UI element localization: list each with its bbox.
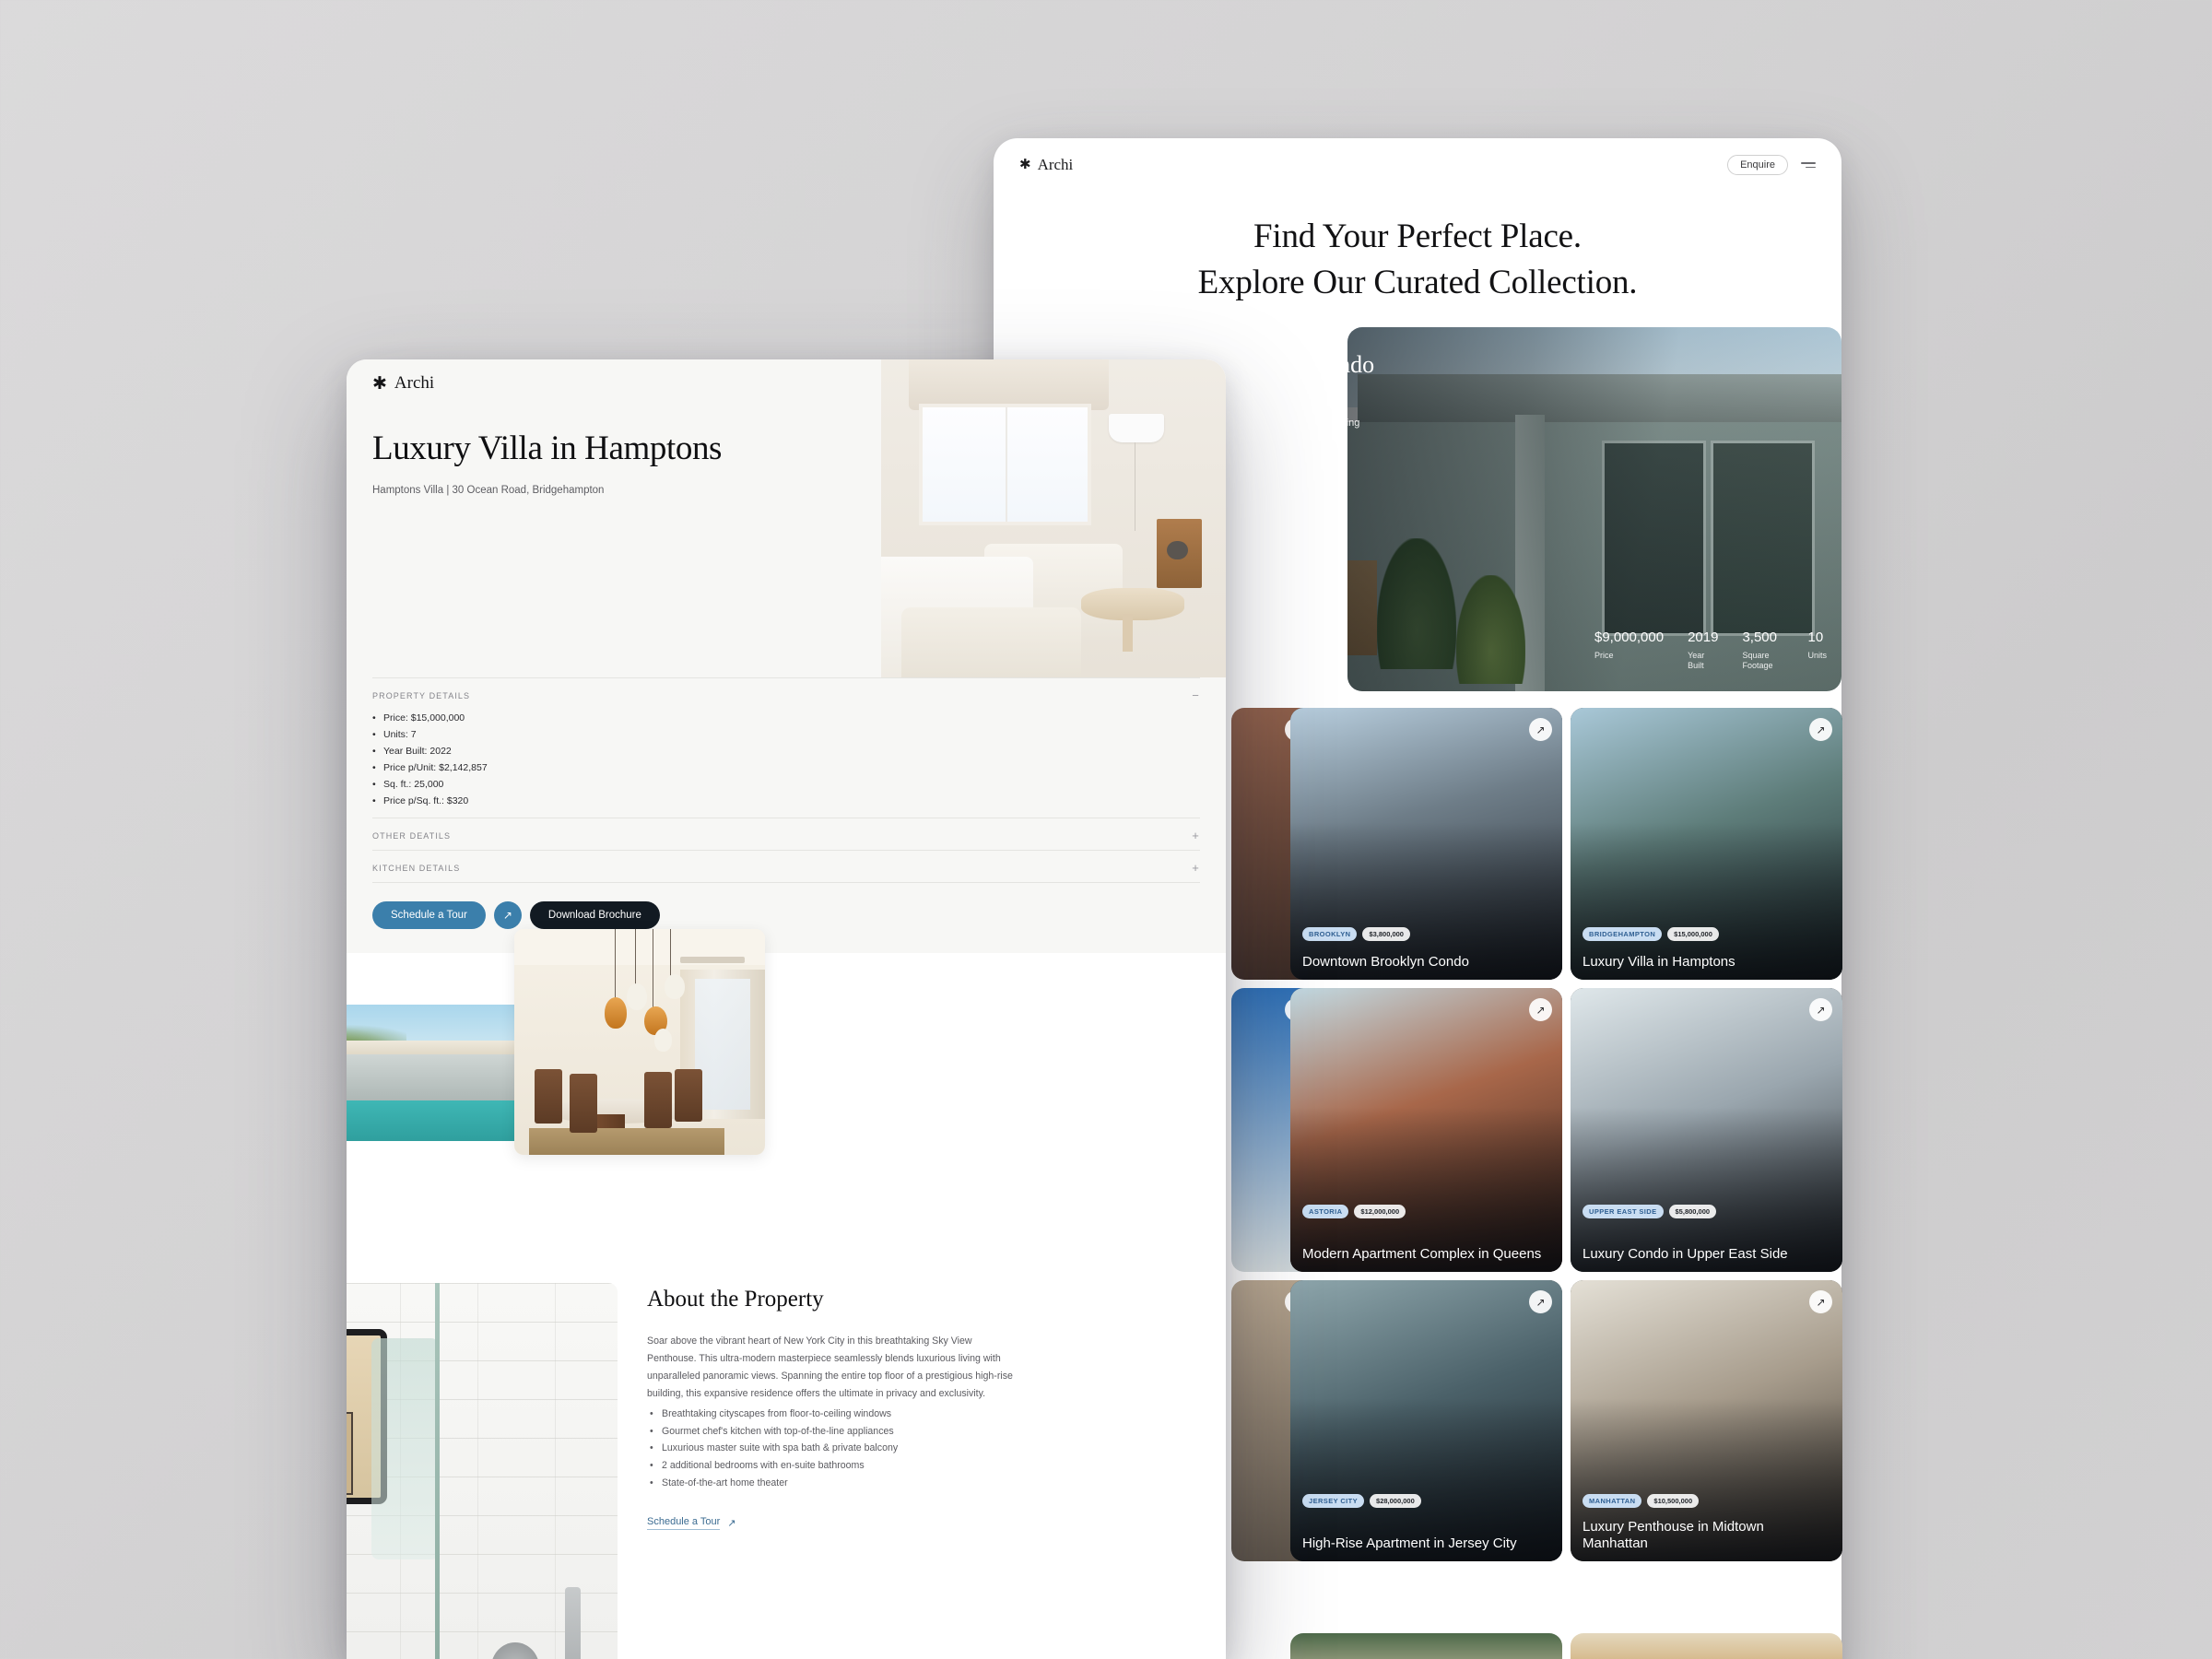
hero-heading: Find Your Perfect Place. Explore Our Cur… xyxy=(994,214,1841,305)
price-tag: $15,000,000 xyxy=(1667,927,1719,941)
location-tag: MANHATTAN xyxy=(1583,1494,1642,1508)
asterisk-icon: ✱ xyxy=(372,373,387,394)
property-name: Luxury Penthouse in Midtown Manhattan xyxy=(1583,1519,1764,1551)
property-name: Luxury Villa in Hamptons xyxy=(1583,953,1735,970)
property-grid-next-row xyxy=(1290,1633,1843,1659)
property-gallery xyxy=(347,929,1226,1267)
property-address: Hamptons Villa | 30 Ocean Road, Bridgeha… xyxy=(372,485,605,497)
expand-icon[interactable]: + xyxy=(1192,861,1200,875)
list-item: Breathtaking cityscapes from floor-to-ce… xyxy=(647,1406,1016,1423)
section-other-details[interactable]: OTHER DEATILS + xyxy=(372,818,1200,850)
collapse-icon[interactable]: − xyxy=(1192,688,1200,702)
property-name: High-Rise Apartment in Jersey City xyxy=(1302,1535,1517,1551)
hero-line-2: Explore Our Curated Collection. xyxy=(1197,263,1638,301)
price-tag: $12,000,000 xyxy=(1354,1205,1406,1218)
property-hero-photo xyxy=(881,359,1226,677)
price-tag: $28,000,000 xyxy=(1370,1494,1421,1508)
featured-property-subtitle: Offers breathtaking xyxy=(1347,418,1360,429)
property-name: Luxury Condo in Upper East Side xyxy=(1583,1245,1788,1262)
location-tag: BRIDGEHAMPTON xyxy=(1583,927,1663,941)
location-tag: ASTORIA xyxy=(1302,1205,1349,1218)
property-name: Modern Apartment Complex in Queens xyxy=(1302,1245,1542,1262)
location-tag: JERSEY CITY xyxy=(1302,1494,1365,1508)
brand-name: Archi xyxy=(394,373,435,393)
about-photo-bathroom[interactable] xyxy=(347,1283,618,1659)
stat-year-built: 2019 Year Built xyxy=(1688,629,1719,670)
list-item: Luxurious master suite with spa bath & p… xyxy=(647,1440,1016,1457)
featured-property-card[interactable]: ont Condo Offers breathtaking $9,000,000… xyxy=(1347,327,1841,691)
property-card-astoria[interactable]: ↗ ASTORIA $12,000,000 Modern Apartment C… xyxy=(1290,988,1562,1272)
schedule-tour-button[interactable]: Schedule a Tour xyxy=(372,901,486,930)
featured-property-stats: $9,000,000 Price 2019 Year Built 3,500 S… xyxy=(1594,629,1827,672)
hamburger-icon[interactable] xyxy=(1801,161,1816,169)
asterisk-icon: ✱ xyxy=(1019,157,1031,172)
list-item: 2 additional bedrooms with en-suite bath… xyxy=(647,1457,1016,1475)
arrow-up-right-icon[interactable]: ↗ xyxy=(1809,718,1832,741)
cta-row: Schedule a Tour ↗ Download Brochure xyxy=(372,883,1200,953)
enquire-button[interactable]: Enquire xyxy=(1727,155,1788,175)
stat-units: 10 Units xyxy=(1807,629,1827,660)
list-item: State-of-the-art home theater xyxy=(647,1475,1016,1492)
property-card-bridgehampton[interactable]: ↗ BRIDGEHAMPTON $15,000,000 Luxury Villa… xyxy=(1571,708,1842,980)
list-item: Price p/Sq. ft.: $320 xyxy=(372,793,1200,809)
arrow-up-right-icon[interactable]: ↗ xyxy=(1529,1290,1552,1313)
property-heading: Luxury Villa in Hamptons Hamptons Villa … xyxy=(347,407,881,496)
location-tag: UPPER EAST SIDE xyxy=(1583,1205,1664,1218)
arrow-up-right-icon[interactable]: ↗ xyxy=(1809,998,1832,1021)
expand-icon[interactable]: + xyxy=(1192,829,1200,842)
stat-price: $9,000,000 Price xyxy=(1594,629,1665,660)
property-name: Downtown Brooklyn Condo xyxy=(1302,953,1469,970)
arrow-up-right-icon[interactable]: ↗ xyxy=(493,901,522,930)
about-title: About the Property xyxy=(647,1287,824,1312)
list-item: Price: $15,000,000 xyxy=(372,710,1200,726)
stat-square-footage: 3,500 Square Footage xyxy=(1742,629,1777,670)
arrow-up-right-icon: ↗ xyxy=(727,1517,736,1529)
about-section: About the Property Soar above the vibran… xyxy=(347,1266,1226,1659)
arrow-up-right-icon[interactable]: ↗ xyxy=(1529,998,1552,1021)
page-title: Luxury Villa in Hamptons xyxy=(372,429,723,467)
property-details-list: Price: $15,000,000 Units: 7 Year Built: … xyxy=(372,710,1200,818)
list-item[interactable] xyxy=(1571,1633,1842,1659)
brand-logo[interactable]: ✱ Archi xyxy=(372,373,434,394)
about-paragraph: Soar above the vibrant heart of New York… xyxy=(647,1335,1013,1399)
list-item: Gourmet chef's kitchen with top-of-the-l… xyxy=(647,1423,1016,1441)
brand-name: Archi xyxy=(1037,156,1074,173)
gallery-photo-dining[interactable] xyxy=(514,929,765,1156)
property-grid-left-column: ↗ ↗ ↗ xyxy=(1231,708,1351,1570)
section-heading: OTHER DEATILS xyxy=(372,830,452,841)
featured-property-title: ont Condo xyxy=(1347,351,1375,378)
list-item: Year Built: 2022 xyxy=(372,743,1200,759)
list-item: Sq. ft.: 25,000 xyxy=(372,776,1200,793)
back-window-header: ✱ Archi Enquire xyxy=(994,138,1841,192)
section-heading: PROPERTY DETAILS xyxy=(372,690,471,700)
detail-hero: ✱ Archi Enquire Luxury Villa in Hamptons… xyxy=(347,359,1226,677)
hero-line-1: Find Your Perfect Place. xyxy=(1253,218,1582,255)
section-kitchen-details[interactable]: KITCHEN DETAILS + xyxy=(372,851,1200,882)
schedule-tour-link-label: Schedule a Tour xyxy=(647,1516,721,1530)
location-tag: BROOKLYN xyxy=(1302,927,1358,941)
list-item: Price p/Unit: $2,142,857 xyxy=(372,759,1200,776)
arrow-up-right-icon[interactable]: ↗ xyxy=(1809,1290,1832,1313)
price-tag: $5,800,000 xyxy=(1668,1205,1717,1218)
property-card-jersey-city[interactable]: ↗ JERSEY CITY $28,000,000 High-Rise Apar… xyxy=(1290,1280,1562,1561)
property-card-manhattan[interactable]: ↗ MANHATTAN $10,500,000 Luxury Penthouse… xyxy=(1571,1280,1842,1561)
download-brochure-button[interactable]: Download Brochure xyxy=(529,901,660,930)
price-tag: $10,500,000 xyxy=(1647,1494,1700,1508)
brand-logo[interactable]: ✱ Archi xyxy=(1019,156,1073,174)
price-tag: $3,800,000 xyxy=(1362,927,1410,941)
section-property-details[interactable]: PROPERTY DETAILS − xyxy=(372,678,1200,710)
property-grid: ↗ BROOKLYN $3,800,000 Downtown Brooklyn … xyxy=(1290,708,1843,1570)
about-text: About the Property Soar above the vibran… xyxy=(647,1287,1016,1530)
about-features-list: Breathtaking cityscapes from floor-to-ce… xyxy=(647,1406,1016,1492)
list-item[interactable] xyxy=(1290,1633,1562,1659)
section-heading: KITCHEN DETAILS xyxy=(372,863,461,873)
arrow-up-right-icon[interactable]: ↗ xyxy=(1529,718,1552,741)
property-details-panel: PROPERTY DETAILS − Price: $15,000,000 Un… xyxy=(347,677,1226,954)
property-card-upper-east-side[interactable]: ↗ UPPER EAST SIDE $5,800,000 Luxury Cond… xyxy=(1571,988,1842,1272)
property-detail-window: ✱ Archi Enquire Luxury Villa in Hamptons… xyxy=(347,359,1226,1659)
schedule-tour-link[interactable]: Schedule a Tour ↗ xyxy=(647,1516,1016,1530)
property-card-brooklyn[interactable]: ↗ BROOKLYN $3,800,000 Downtown Brooklyn … xyxy=(1290,708,1562,980)
list-item: Units: 7 xyxy=(372,726,1200,743)
